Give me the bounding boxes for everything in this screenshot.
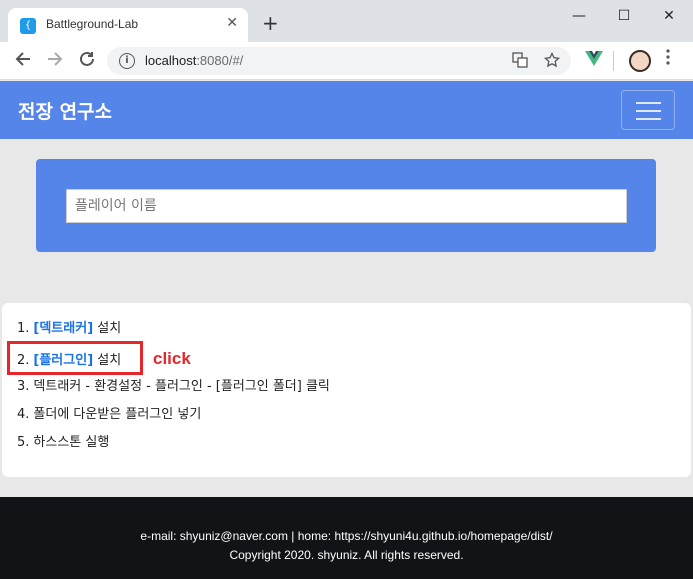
footer-copyright: Copyright 2020. shyuniz. All rights rese…	[229, 548, 464, 562]
list-item: 5. 하스스톤 실행	[17, 435, 110, 450]
annotation-click-label: click	[153, 349, 191, 368]
toolbar-divider	[613, 51, 614, 71]
forward-arrow-icon[interactable]	[46, 50, 64, 73]
address-bar[interactable]: i localhost:8080/#/	[107, 47, 571, 75]
minimize-icon[interactable]: —	[564, 4, 594, 28]
reload-icon[interactable]	[78, 50, 96, 73]
info-icon[interactable]: i	[119, 53, 135, 69]
search-panel	[36, 159, 656, 252]
player-name-input[interactable]	[66, 189, 627, 223]
hamburger-icon	[636, 102, 661, 104]
translate-icon[interactable]	[512, 52, 528, 72]
decktracker-link[interactable]: [덱트래커]	[33, 321, 93, 336]
browser-tab[interactable]: { } Battleground-Lab ✕	[8, 8, 248, 47]
list-item: 4. 폴더에 다운받은 플러그인 넣기	[17, 407, 202, 422]
new-tab-icon[interactable]: +	[262, 13, 279, 33]
favicon-icon: { }	[20, 18, 36, 47]
brand-title[interactable]: 전장 연구소	[18, 97, 112, 124]
maximize-icon[interactable]: ☐	[609, 4, 639, 28]
instructions-card: 1. [덱트래커] 설치 2. [플러그인] 설치 3. 덱트래커 - 환경설정 - …	[2, 303, 691, 477]
browser-menu-icon[interactable]	[666, 49, 670, 65]
app-navbar: 전장 연구소	[0, 81, 693, 139]
list-item: 3. 덱트래커 - 환경설정 - 플러그인 - [플러그인 폴더] 클릭	[17, 379, 330, 394]
browser-toolbar: i localhost:8080/#/	[0, 42, 693, 80]
url-text: localhost:8080/#/	[145, 53, 244, 68]
bookmark-star-icon[interactable]	[543, 51, 561, 72]
vue-devtools-icon[interactable]	[585, 51, 603, 71]
back-arrow-icon[interactable]	[14, 50, 32, 73]
window-close-icon[interactable]: ✕	[654, 4, 684, 28]
browser-tabstrip: { } Battleground-Lab ✕ + — ☐ ✕	[0, 0, 693, 47]
tab-title: Battleground-Lab	[46, 17, 139, 31]
annotation-highlight-box	[7, 341, 143, 375]
close-tab-icon[interactable]: ✕	[226, 15, 238, 31]
page-footer: e-mail: shyuniz@naver.com | home: https:…	[0, 497, 693, 579]
navbar-toggle-button[interactable]	[621, 90, 675, 130]
profile-avatar[interactable]	[629, 50, 651, 72]
footer-contact: e-mail: shyuniz@naver.com | home: https:…	[140, 529, 553, 543]
